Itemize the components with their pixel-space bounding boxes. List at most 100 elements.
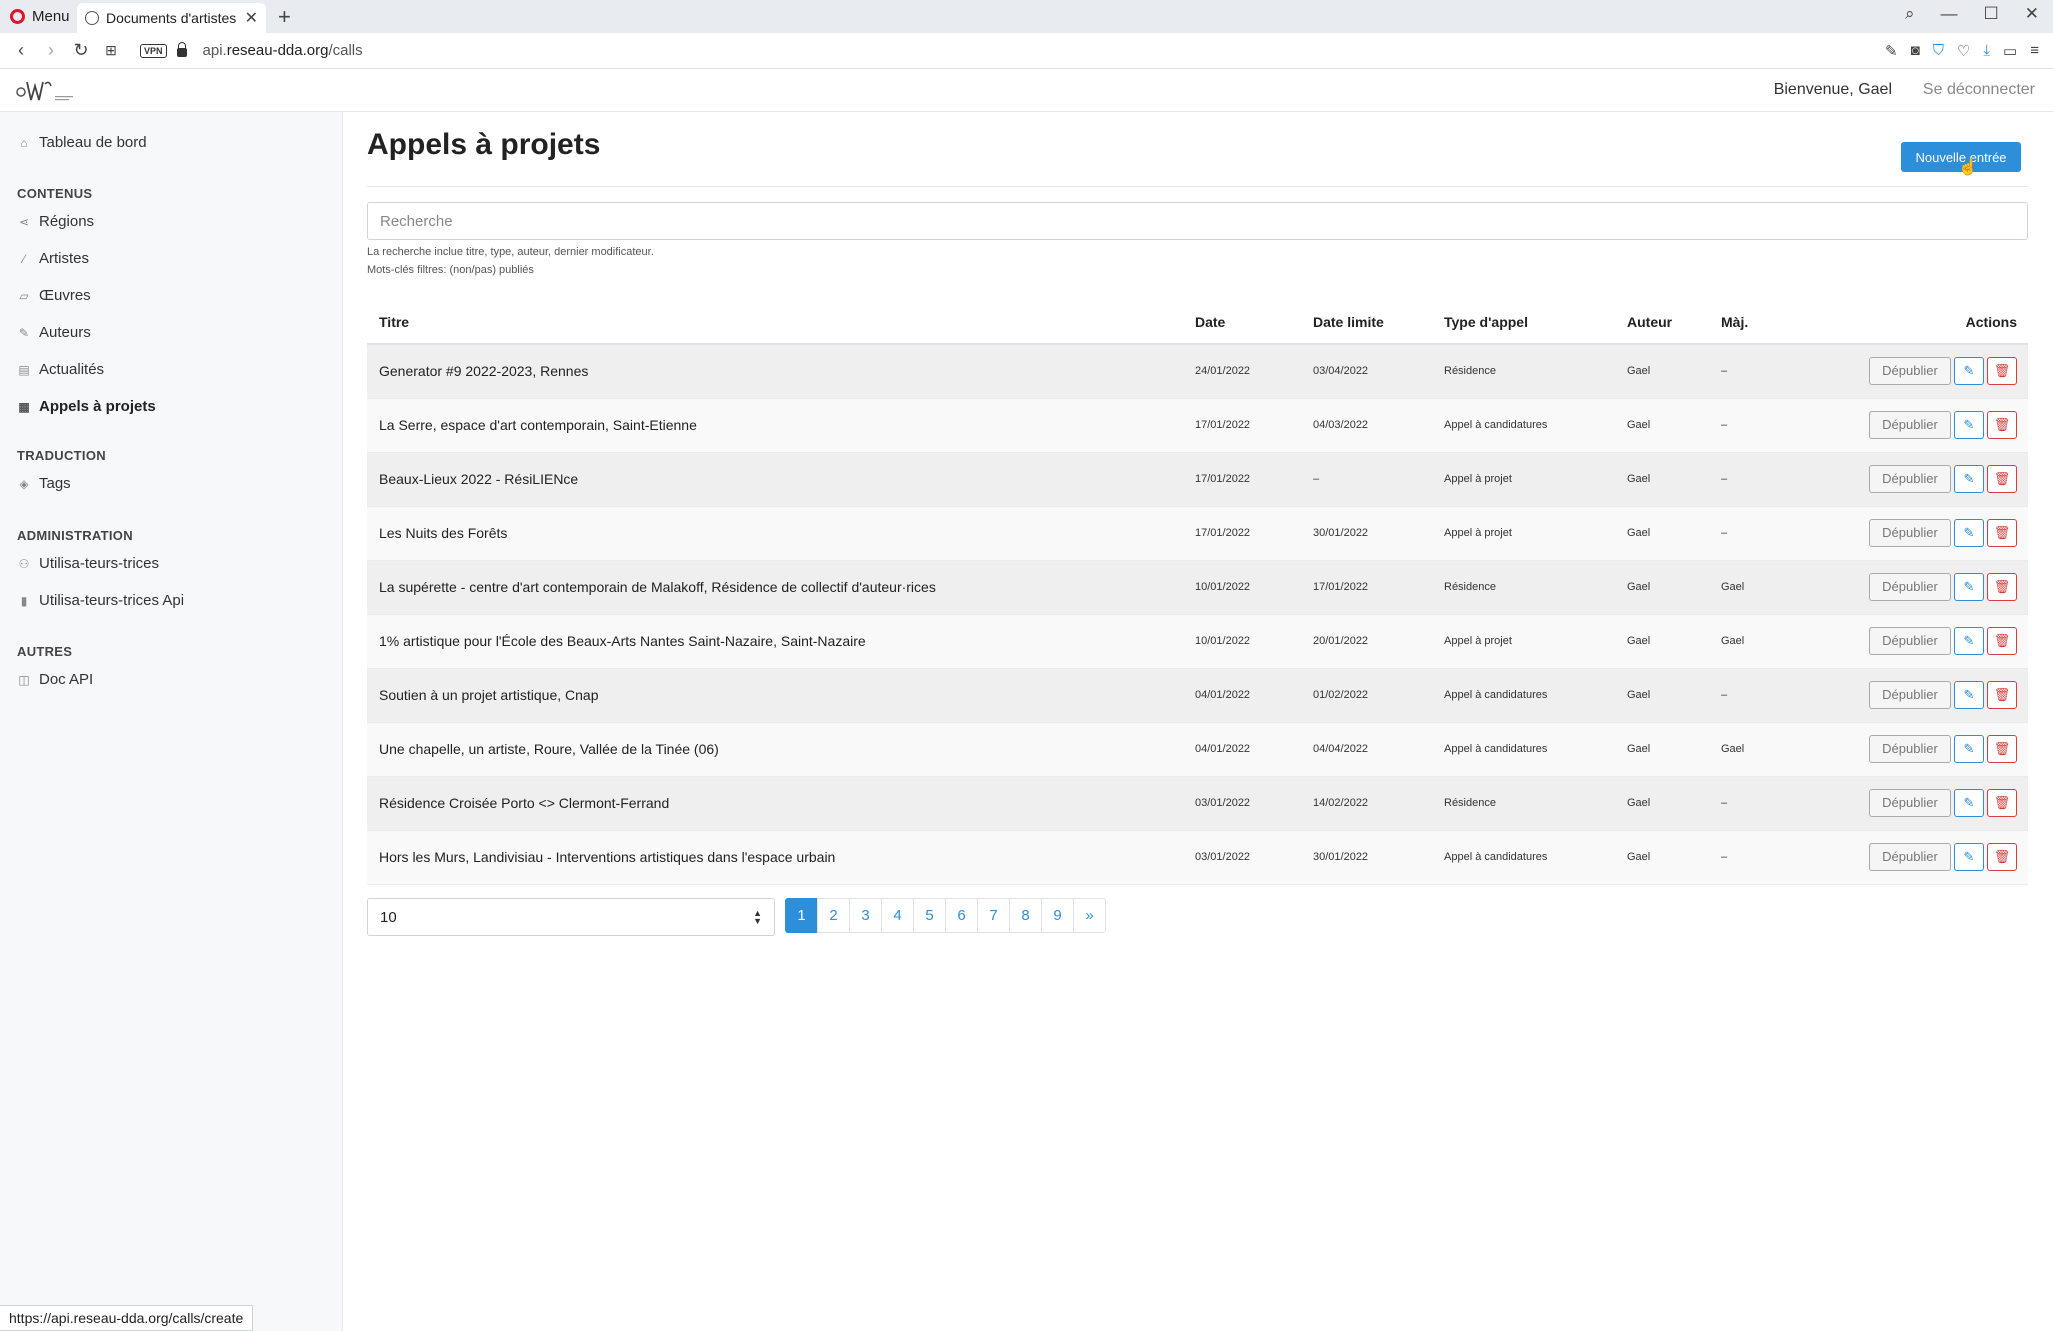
shield-icon[interactable]: ⛉	[1933, 42, 1944, 60]
trash-icon[interactable]: 🗑	[1987, 465, 2017, 493]
edit-page-icon[interactable]: ✎	[1885, 42, 1898, 60]
cell-deadline: 03/04/2022	[1301, 344, 1432, 399]
next-page-button[interactable]: »	[1073, 898, 1106, 933]
cell-title[interactable]: Les Nuits des Forêts	[367, 506, 1183, 561]
easy-setup-icon[interactable]: ≡	[2030, 42, 2039, 60]
unpublish-button[interactable]: Dépublier	[1869, 411, 1951, 439]
unpublish-button[interactable]: Dépublier	[1869, 465, 1951, 493]
edit-icon[interactable]: ✎	[1954, 573, 1984, 601]
sidebar-item-api-users[interactable]: ▮ Utilisa-teurs-trices Api	[17, 592, 184, 609]
page-button-4[interactable]: 4	[881, 898, 914, 933]
unpublish-button[interactable]: Dépublier	[1869, 519, 1951, 547]
browser-menu-button[interactable]: Menu	[0, 0, 80, 33]
tab-close-icon[interactable]: ✕	[245, 8, 258, 28]
cell-date: 04/01/2022	[1183, 668, 1301, 723]
unpublish-button[interactable]: Dépublier	[1869, 627, 1951, 655]
download-icon[interactable]: ⤓	[1983, 42, 1990, 60]
column-header-title[interactable]: Titre	[367, 301, 1183, 345]
trash-icon[interactable]: 🗑	[1987, 357, 2017, 386]
maximize-icon[interactable]: ☐	[1984, 4, 1999, 24]
sidebar-item-calls[interactable]: ▦ Appels à projets	[17, 398, 155, 415]
minimize-icon[interactable]: —	[1941, 4, 1958, 24]
trash-icon[interactable]: 🗑	[1987, 789, 2017, 817]
sidebar-item-news[interactable]: ▤ Actualités	[17, 361, 104, 378]
page-button-7[interactable]: 7	[977, 898, 1010, 933]
page-button-8[interactable]: 8	[1009, 898, 1042, 933]
cell-actions: Dépublier ✎ 🗑	[1845, 506, 2028, 561]
dda-logo[interactable]	[15, 76, 77, 106]
trash-icon[interactable]: 🗑	[1987, 843, 2017, 871]
globe-icon	[85, 11, 99, 25]
edit-icon[interactable]: ✎	[1954, 465, 1984, 493]
page-button-1[interactable]: 1	[785, 898, 818, 933]
column-header-type[interactable]: Type d'appel	[1432, 301, 1615, 345]
sidebar-item-tags[interactable]: ◈ Tags	[17, 475, 70, 492]
edit-icon[interactable]: ✎	[1954, 681, 1984, 709]
sidebar-item-dashboard[interactable]: ⌂ Tableau de bord	[17, 134, 146, 151]
page-button-6[interactable]: 6	[945, 898, 978, 933]
sidebar-item-users[interactable]: ⚇ Utilisa-teurs-trices	[17, 555, 159, 572]
tabs-grid-icon[interactable]: ⊞	[96, 42, 126, 59]
cell-title[interactable]: 1% artistique pour l'École des Beaux-Art…	[367, 614, 1183, 669]
edit-icon[interactable]: ✎	[1954, 843, 1984, 871]
unpublish-button[interactable]: Dépublier	[1869, 843, 1951, 871]
column-header-date[interactable]: Date	[1183, 301, 1301, 345]
cell-title[interactable]: Hors les Murs, Landivisiau - Interventio…	[367, 830, 1183, 885]
window-close-icon[interactable]: ✕	[2025, 4, 2039, 24]
cell-title[interactable]: Résidence Croisée Porto <> Clermont-Ferr…	[367, 776, 1183, 831]
page-button-5[interactable]: 5	[913, 898, 946, 933]
browser-tab[interactable]: Documents d'artistes - A ✕	[77, 3, 266, 33]
cell-date: 10/01/2022	[1183, 560, 1301, 615]
logout-link[interactable]: Se déconnecter	[1923, 81, 2035, 99]
heart-icon[interactable]: ♡	[1957, 42, 1970, 60]
trash-icon[interactable]: 🗑	[1987, 519, 2017, 547]
trash-icon[interactable]: 🗑	[1987, 681, 2017, 709]
sidebar-item-artists[interactable]: ⁄ Artistes	[17, 250, 89, 267]
edit-icon[interactable]: ✎	[1954, 789, 1984, 817]
cell-title[interactable]: La supérette - centre d'art contemporain…	[367, 560, 1183, 615]
edit-icon[interactable]: ✎	[1954, 519, 1984, 547]
edit-icon[interactable]: ✎	[1954, 357, 1984, 386]
url-field[interactable]: api.reseau-dda.org/calls	[203, 42, 363, 59]
trash-icon[interactable]: 🗑	[1987, 627, 2017, 655]
tab-title: Documents d'artistes - A	[106, 10, 238, 26]
unpublish-button[interactable]: Dépublier	[1869, 789, 1951, 817]
sidebar-item-regions[interactable]: ⋖ Régions	[17, 213, 94, 230]
reload-icon[interactable]: ↻	[66, 40, 96, 61]
unpublish-button[interactable]: Dépublier	[1869, 735, 1951, 763]
trash-icon[interactable]: 🗑	[1987, 411, 2017, 439]
unpublish-button[interactable]: Dépublier	[1869, 573, 1951, 601]
camera-icon[interactable]: ◙	[1911, 42, 1920, 60]
trash-icon[interactable]: 🗑	[1987, 573, 2017, 601]
edit-icon[interactable]: ✎	[1954, 627, 1984, 655]
back-icon[interactable]: ‹	[6, 40, 36, 61]
column-header-author[interactable]: Auteur	[1615, 301, 1709, 345]
page-button-9[interactable]: 9	[1041, 898, 1074, 933]
page-size-select[interactable]: 10 ▲ ▼	[367, 898, 775, 936]
edit-icon[interactable]: ✎	[1954, 411, 1984, 439]
search-tabs-icon[interactable]: ⌕	[1905, 4, 1915, 24]
column-header-deadline[interactable]: Date limite	[1301, 301, 1432, 345]
lock-icon[interactable]	[176, 42, 187, 57]
column-header-updated[interactable]: Màj.	[1709, 301, 1845, 345]
forward-icon[interactable]: ›	[36, 40, 66, 61]
page-button-2[interactable]: 2	[817, 898, 850, 933]
sidebar-item-authors[interactable]: ✎ Auteurs	[17, 324, 91, 341]
unpublish-button[interactable]: Dépublier	[1869, 681, 1951, 709]
trash-icon[interactable]: 🗑	[1987, 735, 2017, 763]
cell-title[interactable]: La Serre, espace d'art contemporain, Sai…	[367, 398, 1183, 453]
sidebar-item-works[interactable]: ▱ Œuvres	[17, 287, 90, 304]
cell-title[interactable]: Une chapelle, un artiste, Roure, Vallée …	[367, 722, 1183, 777]
vpn-badge[interactable]: VPN	[140, 43, 167, 58]
cell-title[interactable]: Beaux-Lieux 2022 - RésiLIENce	[367, 452, 1183, 507]
unpublish-button[interactable]: Dépublier	[1869, 357, 1951, 386]
sidebar-item-api-doc[interactable]: ◫ Doc API	[17, 671, 93, 688]
edit-icon[interactable]: ✎	[1954, 735, 1984, 763]
page-button-3[interactable]: 3	[849, 898, 882, 933]
cell-updated: Gael	[1709, 614, 1845, 669]
cell-title[interactable]: Generator #9 2022-2023, Rennes	[367, 344, 1183, 399]
battery-icon[interactable]: ▭	[2003, 42, 2017, 60]
cell-title[interactable]: Soutien à un projet artistique, Cnap	[367, 668, 1183, 723]
new-tab-icon[interactable]: +	[278, 4, 291, 30]
search-input[interactable]	[367, 202, 2028, 240]
